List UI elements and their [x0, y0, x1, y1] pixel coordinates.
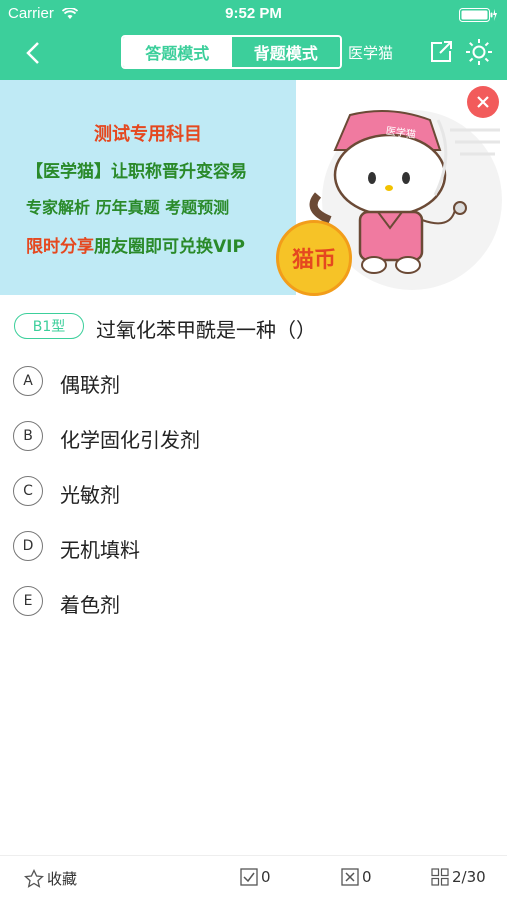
wrong-count-value: 0	[362, 868, 372, 886]
mode-switch: 答题模式 背题模式	[121, 35, 342, 69]
header: Carrier 9:52 PM 答题模式 背题模式 医学猫	[0, 0, 507, 80]
battery-icon	[459, 7, 497, 26]
wrong-count[interactable]: 0	[341, 868, 372, 886]
close-icon[interactable]	[467, 86, 499, 118]
option-b[interactable]: B 化学固化引发剂	[13, 421, 483, 461]
option-text: 着色剂	[60, 593, 120, 617]
share-icon[interactable]	[428, 39, 454, 69]
ad-title: 测试专用科目	[94, 124, 202, 145]
tab-memorize-mode[interactable]: 背题模式	[231, 37, 340, 67]
option-letter: C	[13, 476, 43, 506]
option-text: 无机填料	[60, 538, 140, 562]
ad-slogan: 【医学猫】让职称晋升变容易	[26, 162, 247, 182]
navbar: 答题模式 背题模式 医学猫	[0, 28, 507, 78]
grid-icon	[431, 868, 449, 886]
ad-banner[interactable]: 测试专用科目 【医学猫】让职称晋升变容易 专家解析 历年真题 考题预测 限时分享…	[0, 80, 507, 296]
option-letter: B	[13, 421, 43, 451]
checkbox-icon	[240, 868, 258, 886]
star-icon	[24, 868, 44, 888]
option-letter: A	[13, 366, 43, 396]
ad-promo-green: 朋友圈即可兑换VIP	[94, 237, 245, 257]
progress-label: 2/30	[452, 868, 486, 886]
option-a[interactable]: A 偶联剂	[13, 366, 483, 406]
x-box-icon	[341, 868, 359, 886]
ad-promo: 限时分享朋友圈即可兑换VIP	[26, 232, 245, 257]
option-letter: D	[13, 531, 43, 561]
tab-answer-mode[interactable]: 答题模式	[123, 37, 232, 67]
correct-count-value: 0	[261, 868, 271, 886]
option-text: 光敏剂	[60, 483, 120, 507]
favorite-button[interactable]: 收藏	[24, 868, 77, 889]
ad-features: 专家解析 历年真题 考题预测	[26, 198, 230, 217]
correct-count[interactable]: 0	[240, 868, 271, 886]
option-c[interactable]: C 光敏剂	[13, 476, 483, 516]
brightness-icon[interactable]	[465, 38, 493, 70]
brand-label: 医学猫	[348, 44, 394, 62]
status-time: 9:52 PM	[225, 5, 282, 22]
option-letter: E	[13, 586, 43, 616]
question-text: 过氧化苯甲酰是一种（）	[96, 318, 316, 342]
option-text: 偶联剂	[60, 373, 120, 397]
option-d[interactable]: D 无机填料	[13, 531, 483, 571]
ad-text-panel: 测试专用科目 【医学猫】让职称晋升变容易 专家解析 历年真题 考题预测 限时分享…	[0, 80, 296, 295]
question-grid-button[interactable]: 2/30	[431, 868, 486, 886]
question-type-badge: B1型	[14, 313, 84, 339]
option-text: 化学固化引发剂	[60, 428, 200, 452]
chevron-left-icon[interactable]	[22, 40, 48, 66]
ad-promo-red: 限时分享	[26, 237, 94, 257]
bottom-toolbar: 收藏 0 0 2/30	[0, 855, 507, 901]
coin-badge: 猫币	[276, 220, 352, 296]
favorite-label: 收藏	[47, 870, 78, 888]
option-e[interactable]: E 着色剂	[13, 586, 483, 626]
status-bar: Carrier 9:52 PM	[0, 0, 507, 28]
